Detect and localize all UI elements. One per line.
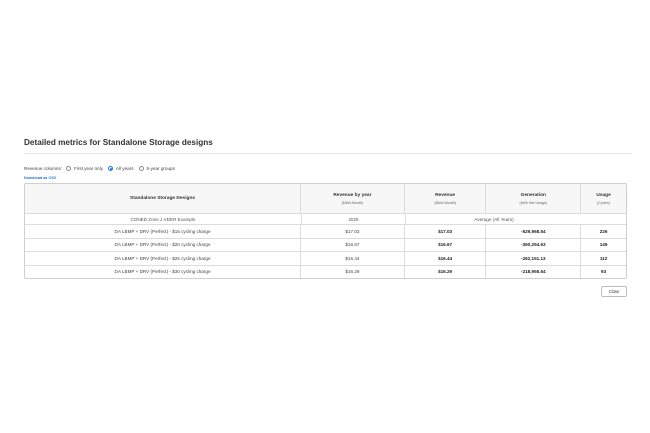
revenue-by-year-cell: $16.44 [300, 252, 404, 265]
usage-cell: 226 [580, 225, 626, 238]
download-csv-link[interactable]: Download as CSV [24, 175, 632, 182]
table-subheader-row: CONED Zone J VDER Example 2025 Average (… [25, 213, 626, 224]
revenue-columns-label: Revenue columns: [24, 165, 63, 171]
radio-circle-icon [66, 165, 72, 171]
revenue-by-year-cell: $17.03 [300, 225, 404, 238]
design-name-cell: DA LBMP + DRV (Perfect) - $15 cycling ch… [114, 228, 211, 234]
column-header-unit: ($/kW-Month) [341, 200, 364, 205]
column-header-designs[interactable]: Standalone Storage Designs [25, 184, 300, 213]
generation-cell: -529,968.54 [485, 225, 580, 238]
generation-cell: -218,955.54 [485, 265, 580, 278]
column-header-title: Standalone Storage Designs [130, 196, 196, 201]
dialog-title: Detailed metrics for Standalone Storage … [24, 138, 213, 147]
usage-cell: 149 [580, 238, 626, 251]
usage-cell: 93 [580, 265, 626, 278]
table-row: DA LBMP + DRV (Perfect) - $25 cycling ch… [25, 251, 626, 265]
design-name-cell: DA LBMP + DRV (Perfect) - $25 cycling ch… [114, 255, 211, 261]
radio-circle-icon [138, 165, 144, 171]
column-header-title: Usage [596, 192, 611, 198]
dialog-footer: Close [24, 286, 627, 297]
title-divider [24, 153, 632, 154]
column-header-title: Generation [520, 192, 546, 198]
radio-label: All years [115, 165, 134, 171]
design-name-cell: DA LBMP + DRV (Perfect) - $20 cycling ch… [114, 242, 211, 248]
revenue-columns-control: Revenue columns: First year only All yea… [24, 163, 632, 173]
radio-all-years[interactable]: All years [107, 165, 134, 171]
average-range-cell: Average (All Years) [405, 214, 582, 224]
revenue-cell: $16.29 [403, 265, 486, 278]
metrics-dialog: Detailed metrics for Standalone Storage … [24, 136, 632, 297]
revenue-by-year-cell: $16.67 [300, 238, 404, 251]
revenue-cell: $16.44 [403, 252, 486, 265]
column-header-title: Revenue [435, 192, 456, 198]
design-name-cell: DA LBMP + DRV (Perfect) - $30 cycling ch… [114, 269, 211, 275]
column-header-title: Revenue by year [333, 192, 372, 198]
usage-cell: 112 [580, 252, 626, 265]
table-row: DA LBMP + DRV (Perfect) - $15 cycling ch… [25, 224, 626, 238]
radio-selected-icon [107, 165, 113, 171]
column-header-generation[interactable]: Generation (kWh Net Usage) [485, 184, 580, 213]
column-header-unit: (kWh Net Usage) [519, 200, 548, 205]
column-header-unit: ($/kW-Month) [434, 200, 456, 205]
revenue-by-year-cell: $16.29 [300, 265, 404, 278]
radio-label: 5-year groups [146, 165, 175, 171]
generation-cell: -262,151.13 [485, 252, 580, 265]
column-header-usage[interactable]: Usage (Cycles) [580, 184, 626, 213]
radio-label: First year only [74, 165, 103, 171]
column-header-unit: (Cycles) [596, 200, 611, 205]
column-header-revenue[interactable]: Revenue ($/kW-Month) [403, 184, 486, 213]
table-header-row: Standalone Storage Designs Revenue by ye… [25, 184, 626, 213]
revenue-cell: $17.03 [403, 225, 486, 238]
table-row: DA LBMP + DRV (Perfect) - $20 cycling ch… [25, 237, 626, 251]
radio-first-year-only[interactable]: First year only [66, 165, 103, 171]
revenue-columns-radio-group: First year only All years 5-year groups [66, 165, 180, 171]
project-name-cell: CONED Zone J VDER Example [130, 216, 196, 222]
close-button[interactable]: Close [601, 286, 627, 297]
table-row: DA LBMP + DRV (Perfect) - $30 cycling ch… [25, 264, 626, 278]
revenue-cell: $16.67 [403, 238, 486, 251]
column-header-revenue-by-year[interactable]: Revenue by year ($/kW-Month) [300, 184, 404, 213]
year-cell: 2025 [301, 214, 405, 224]
metrics-table: Standalone Storage Designs Revenue by ye… [24, 183, 627, 279]
radio-5-year-groups[interactable]: 5-year groups [138, 165, 175, 171]
generation-cell: -350,294.63 [485, 238, 580, 251]
